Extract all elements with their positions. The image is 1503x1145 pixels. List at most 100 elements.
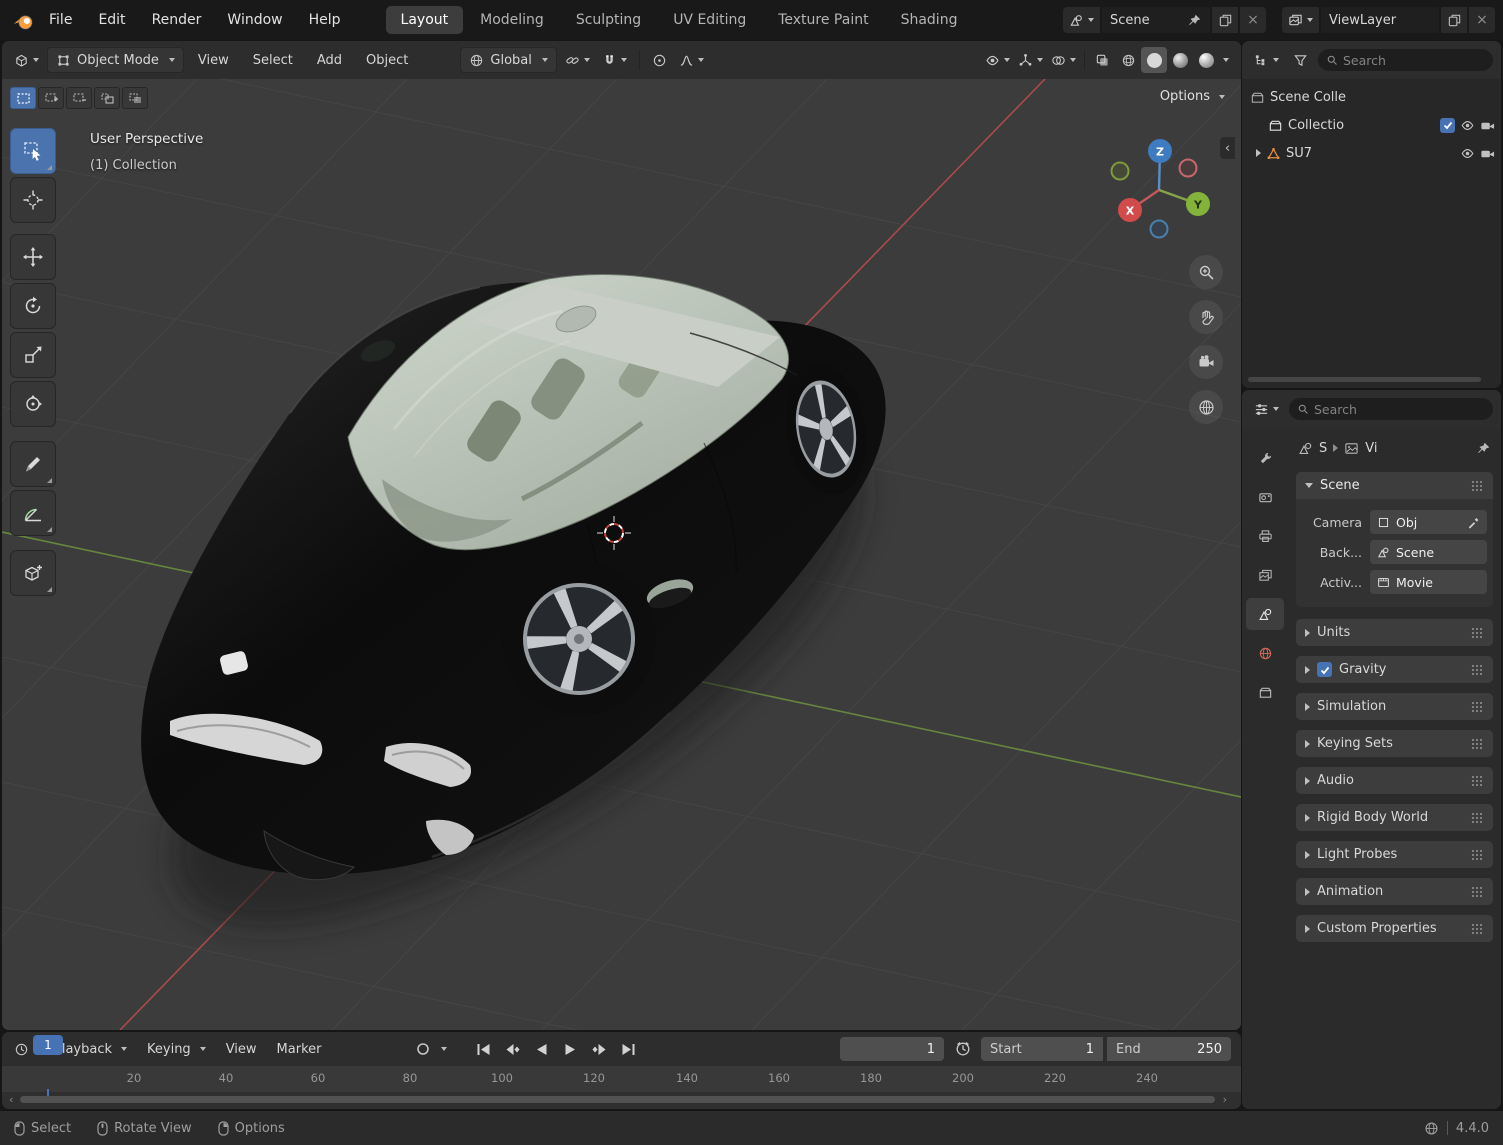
shading-rendered-button[interactable]	[1193, 47, 1219, 73]
gravity-checkbox-checked[interactable]	[1317, 662, 1332, 677]
outliner-horizontal-scrollbar[interactable]	[1248, 377, 1481, 382]
panel-grip-icon[interactable]	[1471, 738, 1484, 750]
gizmos-dropdown[interactable]	[1014, 47, 1047, 73]
end-frame-field[interactable]: End 250	[1107, 1037, 1231, 1061]
panel-custom-properties[interactable]: Custom Properties	[1296, 915, 1493, 942]
gizmo-axis-y-neg[interactable]	[1112, 163, 1129, 180]
tab-world-properties[interactable]	[1246, 637, 1284, 669]
tab-modeling[interactable]: Modeling	[465, 6, 559, 34]
blender-logo-icon[interactable]	[10, 7, 36, 33]
proportional-edit-button[interactable]	[648, 47, 671, 73]
proportional-falloff-button[interactable]	[675, 47, 708, 73]
scene-browse-button[interactable]	[1063, 7, 1100, 33]
timeline-scrollbar[interactable]	[20, 1096, 1215, 1103]
auto-keying-record-button[interactable]	[410, 1037, 435, 1061]
current-frame-indicator[interactable]: 1	[33, 1035, 63, 1055]
timeline-ruler[interactable]: 20 40 60 80 100 120 140 160 180 200 220 …	[2, 1066, 1241, 1092]
panel-grip-icon[interactable]	[1471, 627, 1484, 639]
scroll-left-icon[interactable]: ‹	[9, 1093, 13, 1106]
panel-grip-icon[interactable]	[1471, 886, 1484, 898]
menu-select[interactable]: Select	[243, 53, 303, 68]
tab-layout[interactable]: Layout	[386, 6, 464, 34]
hide-eye-icon[interactable]	[1460, 118, 1475, 133]
tool-move[interactable]	[10, 234, 56, 280]
tool-transform[interactable]	[10, 381, 56, 427]
pan-button[interactable]	[1189, 300, 1223, 334]
menu-marker[interactable]: Marker	[268, 1042, 331, 1057]
outliner-display-mode-button[interactable]	[1250, 47, 1283, 73]
menu-keying[interactable]: Keying	[138, 1042, 215, 1057]
chevron-down-icon[interactable]	[441, 1047, 447, 1051]
panel-grip-icon[interactable]	[1471, 664, 1484, 676]
panel-gravity[interactable]: Gravity	[1296, 656, 1493, 683]
editor-type-button[interactable]	[10, 47, 43, 73]
camera-object-field[interactable]: Obj	[1370, 510, 1487, 534]
panel-grip-icon[interactable]	[1471, 701, 1484, 713]
network-icon[interactable]	[1424, 1121, 1439, 1136]
panel-keying-sets[interactable]: Keying Sets	[1296, 730, 1493, 757]
new-scene-button[interactable]	[1212, 7, 1238, 33]
shading-solid-button[interactable]	[1141, 47, 1167, 73]
camera-view-button[interactable]	[1189, 345, 1223, 379]
next-keyframe-button[interactable]	[587, 1037, 612, 1061]
panel-grip-icon[interactable]	[1471, 812, 1484, 824]
start-frame-field[interactable]: Start 1	[981, 1037, 1103, 1061]
outliner-row-scene-collection[interactable]: Scene Colle	[1242, 83, 1501, 111]
sidebar-toggle-icon[interactable]: ‹	[1220, 137, 1235, 159]
prev-keyframe-button[interactable]	[500, 1037, 525, 1061]
outliner-row-su7[interactable]: SU7	[1242, 139, 1501, 167]
shading-wireframe-button[interactable]	[1115, 47, 1141, 73]
gizmo-axis-x-neg[interactable]	[1180, 160, 1197, 177]
outliner-search[interactable]	[1318, 49, 1493, 71]
disable-render-camera-icon[interactable]	[1480, 146, 1495, 161]
mode-dropdown[interactable]: Object Mode	[47, 47, 184, 73]
chevron-down-icon[interactable]	[1223, 58, 1229, 62]
tab-output-properties[interactable]	[1246, 520, 1284, 552]
panel-scene-header[interactable]: Scene	[1296, 472, 1493, 499]
background-scene-field[interactable]: Scene	[1370, 540, 1487, 564]
pin-icon[interactable]	[1476, 441, 1491, 456]
tool-cursor[interactable]	[10, 177, 56, 223]
tool-rotate[interactable]	[10, 283, 56, 329]
menu-file[interactable]: File	[36, 0, 85, 40]
panel-simulation[interactable]: Simulation	[1296, 693, 1493, 720]
active-clip-field[interactable]: Movie	[1370, 570, 1487, 594]
panel-audio[interactable]: Audio	[1296, 767, 1493, 794]
tab-uv-editing[interactable]: UV Editing	[658, 6, 761, 34]
breadcrumb-viewlayer[interactable]: Vi	[1365, 441, 1377, 456]
navigation-gizmo[interactable]: Z Y X	[1104, 135, 1214, 245]
select-mode-intersect[interactable]	[122, 87, 148, 109]
eyedropper-icon[interactable]	[1467, 516, 1480, 529]
options-dropdown[interactable]: Options	[1160, 89, 1225, 104]
jump-to-end-button[interactable]	[616, 1037, 641, 1061]
disable-render-camera-icon[interactable]	[1480, 118, 1495, 133]
breadcrumb-scene[interactable]: S	[1319, 441, 1327, 456]
transform-orientation-dropdown[interactable]: Global	[460, 47, 556, 73]
menu-add[interactable]: Add	[307, 53, 352, 68]
expand-chevron-icon[interactable]	[1256, 149, 1261, 157]
tool-select-box[interactable]	[10, 128, 56, 174]
play-button[interactable]	[558, 1037, 583, 1061]
select-mode-invert[interactable]	[94, 87, 120, 109]
tab-shading[interactable]: Shading	[886, 6, 973, 34]
panel-rigid-body-world[interactable]: Rigid Body World	[1296, 804, 1493, 831]
snap-target-button[interactable]	[561, 47, 594, 73]
play-reverse-button[interactable]	[529, 1037, 554, 1061]
scroll-right-icon[interactable]: ›	[1223, 1093, 1227, 1106]
viewport-3d[interactable]: User Perspective (1) Collection Options	[2, 79, 1241, 1030]
panel-grip-icon[interactable]	[1471, 923, 1484, 935]
select-mode-new[interactable]	[10, 87, 36, 109]
menu-render[interactable]: Render	[139, 0, 215, 40]
panel-light-probes[interactable]: Light Probes	[1296, 841, 1493, 868]
properties-editor-type-button[interactable]	[1250, 396, 1283, 422]
menu-edit[interactable]: Edit	[85, 0, 138, 40]
properties-search-input[interactable]	[1314, 402, 1485, 417]
toggle-ortho-button[interactable]	[1189, 390, 1223, 424]
tab-viewlayer-properties[interactable]	[1246, 559, 1284, 591]
zoom-button[interactable]	[1189, 255, 1223, 289]
select-mode-extend[interactable]	[38, 87, 64, 109]
current-frame-field[interactable]: 1	[840, 1037, 944, 1061]
xray-toggle[interactable]	[1089, 47, 1115, 73]
menu-window[interactable]: Window	[214, 0, 295, 40]
properties-search[interactable]	[1289, 398, 1493, 420]
